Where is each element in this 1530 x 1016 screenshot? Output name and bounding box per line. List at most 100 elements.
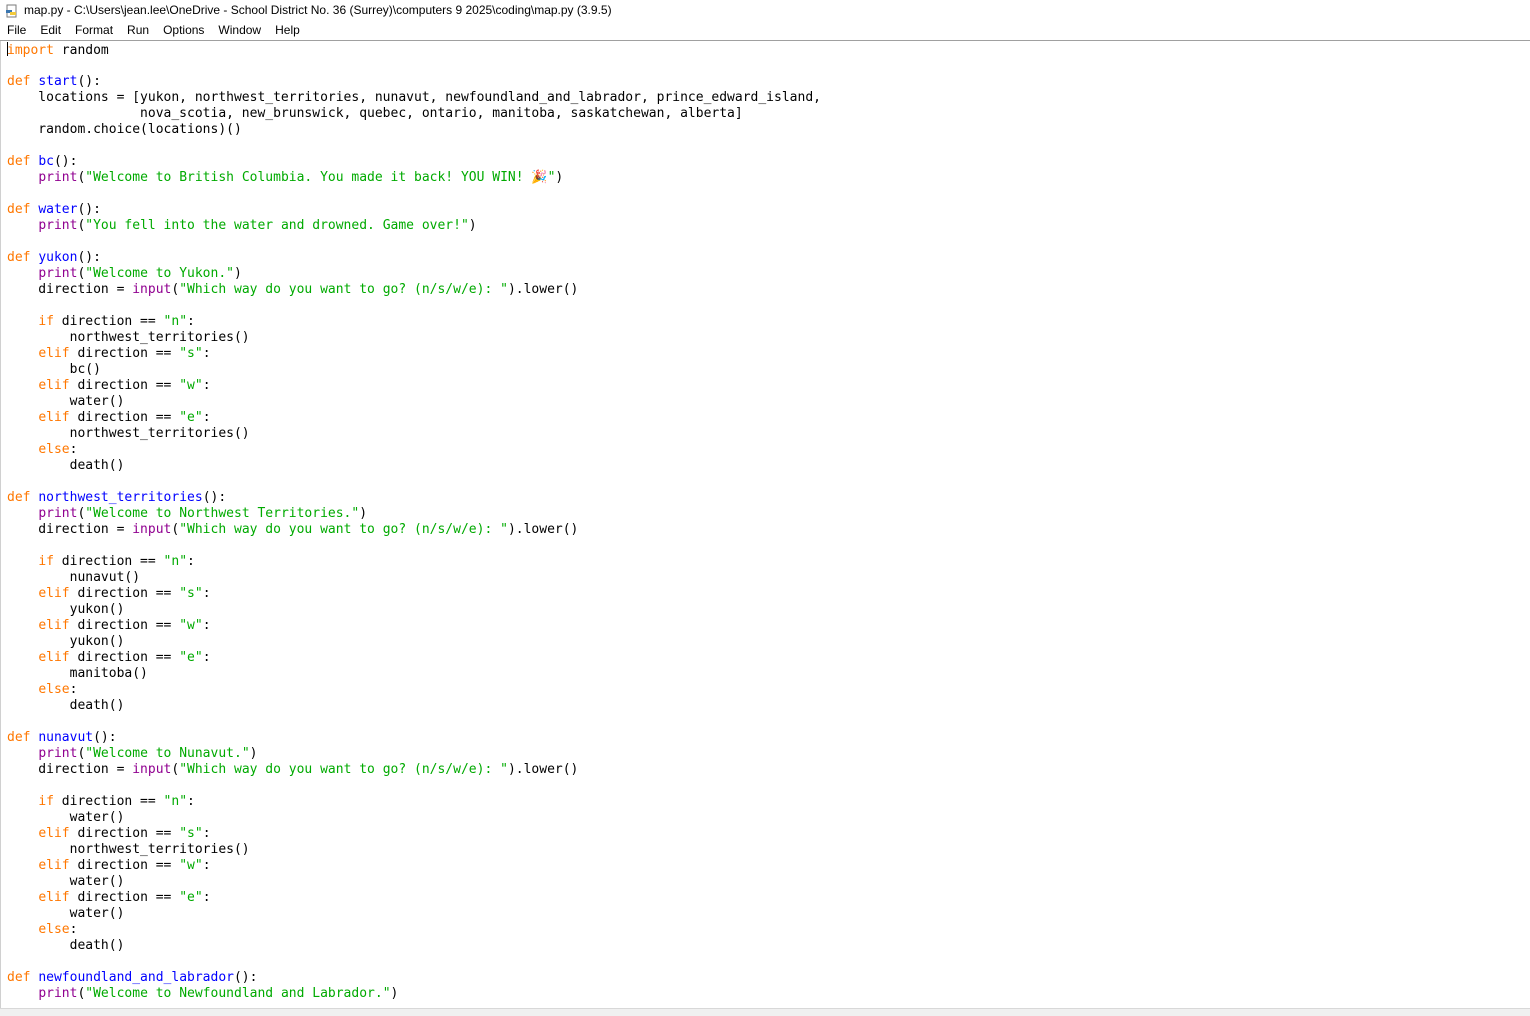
code-token: direction = bbox=[7, 762, 133, 777]
code-line[interactable]: else: bbox=[7, 922, 1530, 938]
code-line[interactable]: direction = input("Which way do you want… bbox=[7, 522, 1530, 538]
code-line[interactable]: water() bbox=[7, 906, 1530, 922]
menu-file[interactable]: File bbox=[0, 20, 33, 40]
code-line[interactable]: elif direction == "e": bbox=[7, 650, 1530, 666]
code-line[interactable]: def water(): bbox=[7, 202, 1530, 218]
code-editor[interactable]: import random def start(): locations = [… bbox=[0, 41, 1530, 1008]
code-token-str: "Which way do you want to go? (n/s/w/e):… bbox=[179, 522, 508, 537]
code-line[interactable] bbox=[7, 234, 1530, 250]
code-line[interactable]: yukon() bbox=[7, 634, 1530, 650]
code-token: : bbox=[69, 682, 78, 697]
code-line[interactable]: elif direction == "w": bbox=[7, 858, 1530, 874]
code-token-kw: elif bbox=[38, 826, 70, 841]
menu-options[interactable]: Options bbox=[156, 20, 211, 40]
code-line[interactable]: if direction == "n": bbox=[7, 794, 1530, 810]
code-line[interactable]: yukon() bbox=[7, 602, 1530, 618]
code-line[interactable]: northwest_territories() bbox=[7, 330, 1530, 346]
menu-run[interactable]: Run bbox=[120, 20, 156, 40]
code-line[interactable]: def newfoundland_and_labrador(): bbox=[7, 970, 1530, 986]
code-line[interactable]: def bc(): bbox=[7, 154, 1530, 170]
code-token: (): bbox=[53, 154, 78, 169]
code-token-kw: elif bbox=[38, 890, 70, 905]
code-line[interactable]: import random bbox=[7, 42, 1530, 58]
code-token: death() bbox=[7, 698, 125, 713]
code-line[interactable]: death() bbox=[7, 698, 1530, 714]
code-token-str: "e" bbox=[179, 650, 203, 665]
code-line[interactable] bbox=[7, 298, 1530, 314]
code-line[interactable]: print("Welcome to Newfoundland and Labra… bbox=[7, 986, 1530, 1002]
code-line[interactable]: water() bbox=[7, 874, 1530, 890]
code-line[interactable] bbox=[7, 538, 1530, 554]
code-line[interactable]: nunavut() bbox=[7, 570, 1530, 586]
code-line[interactable]: else: bbox=[7, 442, 1530, 458]
menu-format[interactable]: Format bbox=[68, 20, 120, 40]
code-line[interactable] bbox=[7, 138, 1530, 154]
code-token: ) bbox=[390, 986, 399, 1001]
code-line[interactable]: else: bbox=[7, 682, 1530, 698]
code-token-kw: def bbox=[7, 74, 31, 89]
code-line[interactable]: elif direction == "s": bbox=[7, 826, 1530, 842]
code-token-kw: else bbox=[38, 442, 70, 457]
code-line[interactable]: def yukon(): bbox=[7, 250, 1530, 266]
menu-help[interactable]: Help bbox=[268, 20, 307, 40]
code-line[interactable]: northwest_territories() bbox=[7, 842, 1530, 858]
code-token: nunavut() bbox=[7, 570, 141, 585]
code-token: ).lower() bbox=[507, 762, 579, 777]
code-token-bi: print bbox=[38, 746, 78, 761]
code-token-kw: elif bbox=[38, 378, 70, 393]
code-line[interactable]: if direction == "n": bbox=[7, 314, 1530, 330]
code-token-def: water bbox=[38, 202, 78, 217]
code-line[interactable]: water() bbox=[7, 394, 1530, 410]
code-line[interactable] bbox=[7, 474, 1530, 490]
code-line[interactable]: elif direction == "s": bbox=[7, 586, 1530, 602]
code-token-str: "s" bbox=[179, 826, 203, 841]
code-line[interactable]: print("Welcome to British Columbia. You … bbox=[7, 170, 1530, 186]
code-line[interactable]: northwest_territories() bbox=[7, 426, 1530, 442]
code-token: direction == bbox=[69, 346, 180, 361]
code-line[interactable]: print("Welcome to Yukon.") bbox=[7, 266, 1530, 282]
code-line[interactable] bbox=[7, 778, 1530, 794]
code-line[interactable]: manitoba() bbox=[7, 666, 1530, 682]
code-token: ) bbox=[468, 218, 477, 233]
code-line[interactable]: def nunavut(): bbox=[7, 730, 1530, 746]
code-line[interactable]: def start(): bbox=[7, 74, 1530, 90]
code-token: : bbox=[202, 826, 211, 841]
code-line[interactable]: elif direction == "w": bbox=[7, 378, 1530, 394]
code-line[interactable]: direction = input("Which way do you want… bbox=[7, 282, 1530, 298]
code-line[interactable] bbox=[7, 58, 1530, 74]
code-line[interactable]: bc() bbox=[7, 362, 1530, 378]
code-token: yukon() bbox=[7, 602, 125, 617]
code-line[interactable]: elif direction == "e": bbox=[7, 890, 1530, 906]
code-token-kw: elif bbox=[38, 410, 70, 425]
code-line[interactable]: print("Welcome to Northwest Territories.… bbox=[7, 506, 1530, 522]
code-line[interactable]: if direction == "n": bbox=[7, 554, 1530, 570]
code-line[interactable]: death() bbox=[7, 458, 1530, 474]
code-line[interactable]: death() bbox=[7, 938, 1530, 954]
code-line[interactable]: water() bbox=[7, 810, 1530, 826]
code-line[interactable]: def northwest_territories(): bbox=[7, 490, 1530, 506]
code-line[interactable]: print("Welcome to Nunavut.") bbox=[7, 746, 1530, 762]
code-line[interactable] bbox=[7, 714, 1530, 730]
code-line[interactable]: elif direction == "e": bbox=[7, 410, 1530, 426]
code-line[interactable] bbox=[7, 186, 1530, 202]
code-token: : bbox=[202, 378, 211, 393]
menu-window[interactable]: Window bbox=[211, 20, 268, 40]
code-line[interactable]: direction = input("Which way do you want… bbox=[7, 762, 1530, 778]
code-line[interactable]: print("You fell into the water and drown… bbox=[7, 218, 1530, 234]
code-token-str: "n" bbox=[163, 794, 188, 809]
code-line[interactable]: elif direction == "s": bbox=[7, 346, 1530, 362]
code-line[interactable]: locations = [yukon, northwest_territorie… bbox=[7, 90, 1530, 106]
code-token: direction == bbox=[69, 586, 180, 601]
code-line[interactable] bbox=[7, 954, 1530, 970]
code-text[interactable]: import random def start(): locations = [… bbox=[1, 41, 1530, 1002]
code-line[interactable]: random.choice(locations)() bbox=[7, 122, 1530, 138]
python-file-icon bbox=[5, 3, 19, 18]
code-token-str: "Welcome to Nunavut." bbox=[85, 746, 250, 761]
code-line[interactable]: nova_scotia, new_brunswick, quebec, onta… bbox=[7, 106, 1530, 122]
code-token-kw: if bbox=[38, 794, 54, 809]
code-line[interactable]: elif direction == "w": bbox=[7, 618, 1530, 634]
menu-edit[interactable]: Edit bbox=[33, 20, 68, 40]
code-token-str: "Which way do you want to go? (n/s/w/e):… bbox=[179, 282, 508, 297]
